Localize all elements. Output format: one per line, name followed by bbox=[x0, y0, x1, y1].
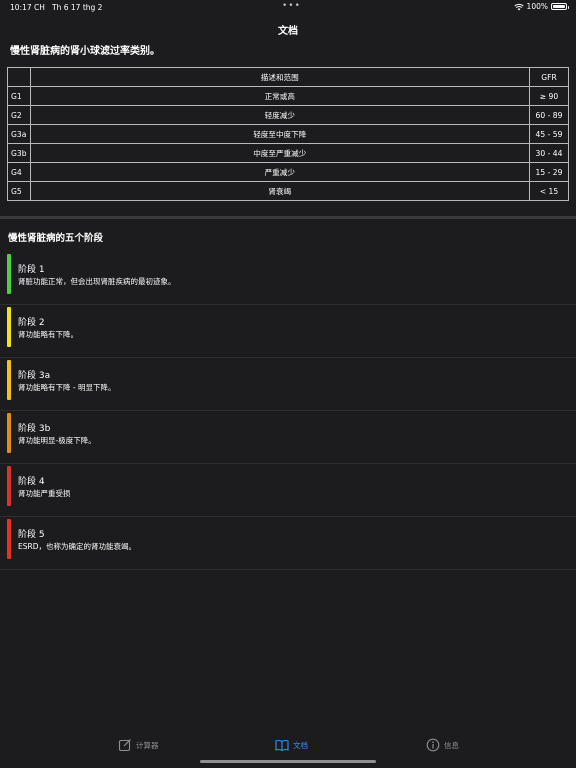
status-bar: 10:17 CH Th 6 17 thg 2 ••• 100% bbox=[0, 0, 576, 14]
stage-color-bar bbox=[7, 413, 11, 453]
table-row: G3b 中度至严重减少 30 - 44 bbox=[7, 143, 569, 163]
cell-description: 中度至严重减少 bbox=[29, 143, 531, 163]
stage-description: 肾功能略有下降。 bbox=[18, 330, 78, 339]
cell-code: G2 bbox=[7, 105, 31, 125]
stage-name: 阶段 2 bbox=[18, 318, 45, 328]
stage-description: ESRD，也称为确定的肾功能衰竭。 bbox=[18, 542, 136, 551]
cell-code: G3a bbox=[7, 124, 31, 144]
column-header-gfr: GFR bbox=[529, 67, 569, 87]
cell-description: 轻度至中度下降 bbox=[29, 124, 531, 144]
table-row: G2 轻度减少 60 - 89 bbox=[7, 105, 569, 125]
stage-item-1: 阶段 1 肾脏功能正常，但会出现肾脏疾病的最初迹象。 bbox=[0, 252, 576, 305]
tab-info[interactable]: 信息 bbox=[426, 738, 459, 752]
cell-description: 肾衰竭 bbox=[29, 181, 531, 201]
stages-section-title: 慢性肾脏病的五个阶段 bbox=[8, 233, 104, 244]
table-row: G3a 轻度至中度下降 45 - 59 bbox=[7, 124, 569, 144]
info-icon bbox=[426, 738, 440, 752]
stage-item-4: 阶段 4 肾功能严重受损 bbox=[0, 464, 576, 517]
table-row: G5 肾衰竭 < 15 bbox=[7, 181, 569, 201]
wifi-icon bbox=[513, 3, 524, 10]
cell-gfr: 60 - 89 bbox=[529, 105, 569, 125]
stage-color-bar bbox=[7, 254, 11, 294]
stage-color-bar bbox=[7, 307, 11, 347]
stage-color-bar bbox=[7, 519, 11, 559]
stage-item-2: 阶段 2 肾功能略有下降。 bbox=[0, 305, 576, 358]
stage-description: 肾功能略有下降 - 明显下降。 bbox=[18, 383, 116, 392]
section-divider bbox=[0, 216, 576, 219]
column-header-code bbox=[7, 67, 31, 87]
stage-name: 阶段 5 bbox=[18, 530, 45, 540]
stage-name: 阶段 4 bbox=[18, 477, 45, 487]
cell-gfr: 30 - 44 bbox=[529, 143, 569, 163]
battery-percentage: 100% bbox=[526, 2, 548, 11]
stage-color-bar bbox=[7, 466, 11, 506]
calculator-edit-icon bbox=[118, 739, 131, 752]
cell-gfr: < 15 bbox=[529, 181, 569, 201]
gfr-category-table: 描述和范围 GFR G1 正常或高 ≥ 90 G2 轻度减少 60 - 89 G… bbox=[7, 67, 569, 201]
battery-icon bbox=[551, 3, 569, 10]
multitasking-dots-icon[interactable]: ••• bbox=[282, 1, 301, 11]
cell-code: G5 bbox=[7, 181, 31, 201]
tab-documents[interactable]: 文档 bbox=[275, 738, 308, 752]
cell-description: 正常或高 bbox=[29, 86, 531, 106]
document-title: 慢性肾脏病的肾小球滤过率类别。 bbox=[10, 46, 160, 57]
stage-description: 肾功能严重受损 bbox=[18, 489, 71, 498]
cell-code: G1 bbox=[7, 86, 31, 106]
tab-label: 文档 bbox=[293, 740, 308, 750]
stage-item-5: 阶段 5 ESRD，也称为确定的肾功能衰竭。 bbox=[0, 517, 576, 570]
stage-item-3b: 阶段 3b 肾功能明显-极度下降。 bbox=[0, 411, 576, 464]
cell-gfr: 15 - 29 bbox=[529, 162, 569, 182]
stage-color-bar bbox=[7, 360, 11, 400]
book-icon bbox=[275, 739, 289, 752]
page-title: 文档 bbox=[278, 26, 298, 37]
status-time: 10:17 CH Th 6 17 thg 2 bbox=[10, 3, 103, 12]
cell-description: 轻度减少 bbox=[29, 105, 531, 125]
cell-description: 严重减少 bbox=[29, 162, 531, 182]
cell-code: G4 bbox=[7, 162, 31, 182]
cell-gfr: ≥ 90 bbox=[529, 86, 569, 106]
tab-calculator[interactable]: 计算器 bbox=[118, 738, 159, 752]
stage-item-3a: 阶段 3a 肾功能略有下降 - 明显下降。 bbox=[0, 358, 576, 411]
cell-gfr: 45 - 59 bbox=[529, 124, 569, 144]
table-header-row: 描述和范围 GFR bbox=[7, 67, 569, 87]
stage-description: 肾脏功能正常，但会出现肾脏疾病的最初迹象。 bbox=[18, 277, 176, 286]
tab-label: 信息 bbox=[444, 740, 459, 750]
stage-name: 阶段 3a bbox=[18, 371, 51, 381]
column-header-description: 描述和范围 bbox=[29, 67, 531, 87]
table-row: G4 严重减少 15 - 29 bbox=[7, 162, 569, 182]
tab-label: 计算器 bbox=[136, 740, 159, 750]
stage-name: 阶段 1 bbox=[18, 265, 45, 275]
cell-code: G3b bbox=[7, 143, 31, 163]
home-indicator[interactable] bbox=[200, 760, 376, 763]
stage-description: 肾功能明显-极度下降。 bbox=[18, 436, 96, 445]
stage-name: 阶段 3b bbox=[18, 424, 51, 434]
status-date: Th 6 17 thg 2 bbox=[52, 3, 103, 12]
table-row: G1 正常或高 ≥ 90 bbox=[7, 86, 569, 106]
